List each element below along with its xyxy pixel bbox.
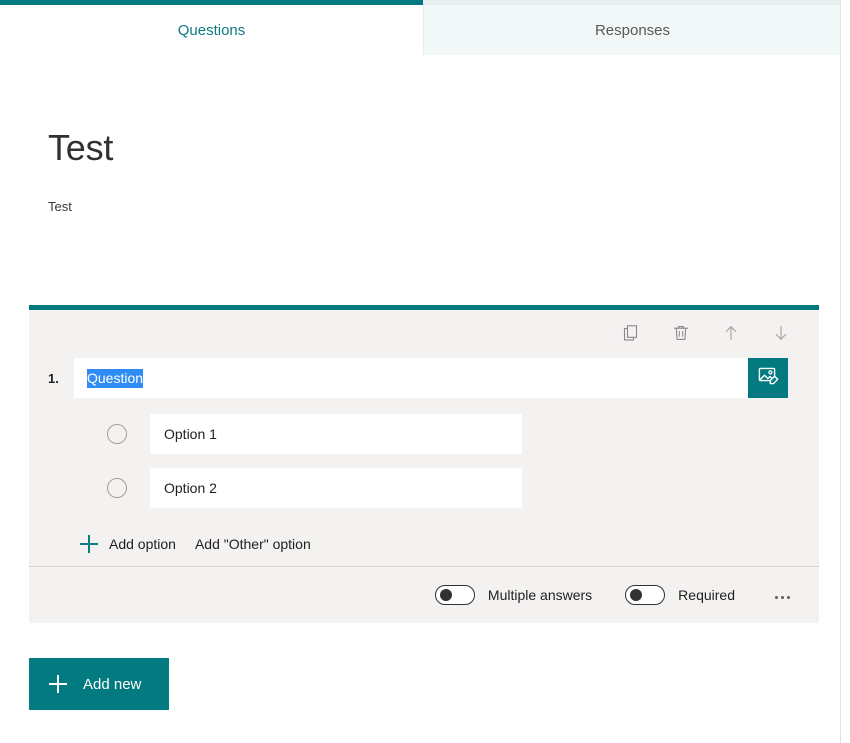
copy-icon — [621, 323, 641, 343]
question-card: 1. Question Option 1 Option 2 Add option… — [29, 305, 819, 623]
multiple-answers-toggle[interactable] — [434, 585, 475, 605]
form-title[interactable]: Test — [48, 125, 748, 171]
page-right-gutter — [841, 0, 850, 743]
option-row: Option 1 — [48, 414, 819, 454]
question-toolbar — [29, 310, 819, 355]
tab-responses[interactable]: Responses — [423, 0, 841, 55]
form-header: Test Test — [48, 125, 748, 216]
question-input-text: Question — [87, 368, 144, 388]
option-row: Option 2 — [48, 468, 819, 508]
add-option-label: Add option — [109, 536, 176, 552]
option-input[interactable]: Option 1 — [150, 414, 522, 454]
question-input[interactable]: Question — [74, 358, 748, 398]
option-input[interactable]: Option 2 — [150, 468, 522, 508]
multiple-answers-group: Multiple answers — [434, 585, 593, 605]
plus-icon — [49, 675, 67, 693]
tab-strip: Questions Responses — [0, 0, 841, 55]
plus-icon — [80, 535, 98, 553]
tab-responses-label: Responses — [594, 21, 671, 39]
question-row: 1. Question — [29, 355, 819, 401]
arrow-up-icon — [721, 323, 741, 343]
forms-editor-page: Questions Responses Test Test 1. Questio… — [0, 0, 850, 743]
delete-question-button[interactable] — [669, 321, 693, 345]
add-new-button[interactable]: Add new — [29, 658, 169, 710]
copy-question-button[interactable] — [619, 321, 643, 345]
required-label: Required — [678, 587, 735, 603]
required-group: Required — [625, 585, 735, 605]
option-radio-icon[interactable] — [107, 424, 127, 444]
question-number: 1. — [48, 370, 59, 386]
add-new-label: Add new — [83, 675, 142, 693]
add-other-option-button[interactable]: Add "Other" option — [195, 536, 311, 552]
option-list: Option 1 Option 2 — [29, 401, 819, 508]
arrow-down-icon — [771, 323, 791, 343]
tab-questions-label: Questions — [177, 21, 246, 39]
option-input-text: Option 2 — [164, 480, 217, 496]
question-footer: Multiple answers Required — [29, 566, 819, 623]
move-question-down-button[interactable] — [769, 321, 793, 345]
ellipsis-icon — [773, 586, 791, 604]
add-option-row: Add option Add "Other" option — [29, 522, 819, 566]
option-input-text: Option 1 — [164, 426, 217, 442]
move-question-up-button[interactable] — [719, 321, 743, 345]
form-description[interactable]: Test — [48, 198, 748, 216]
insert-media-button[interactable] — [748, 358, 788, 398]
more-options-button[interactable] — [768, 581, 796, 609]
image-edit-icon — [757, 365, 779, 392]
multiple-answers-label: Multiple answers — [487, 587, 593, 603]
option-radio-icon[interactable] — [107, 478, 127, 498]
add-option-button[interactable]: Add option — [80, 535, 176, 553]
required-toggle[interactable] — [625, 585, 666, 605]
trash-icon — [671, 323, 691, 343]
tab-questions[interactable]: Questions — [0, 0, 423, 55]
toggle-knob — [439, 589, 452, 601]
toggle-knob — [630, 589, 643, 601]
